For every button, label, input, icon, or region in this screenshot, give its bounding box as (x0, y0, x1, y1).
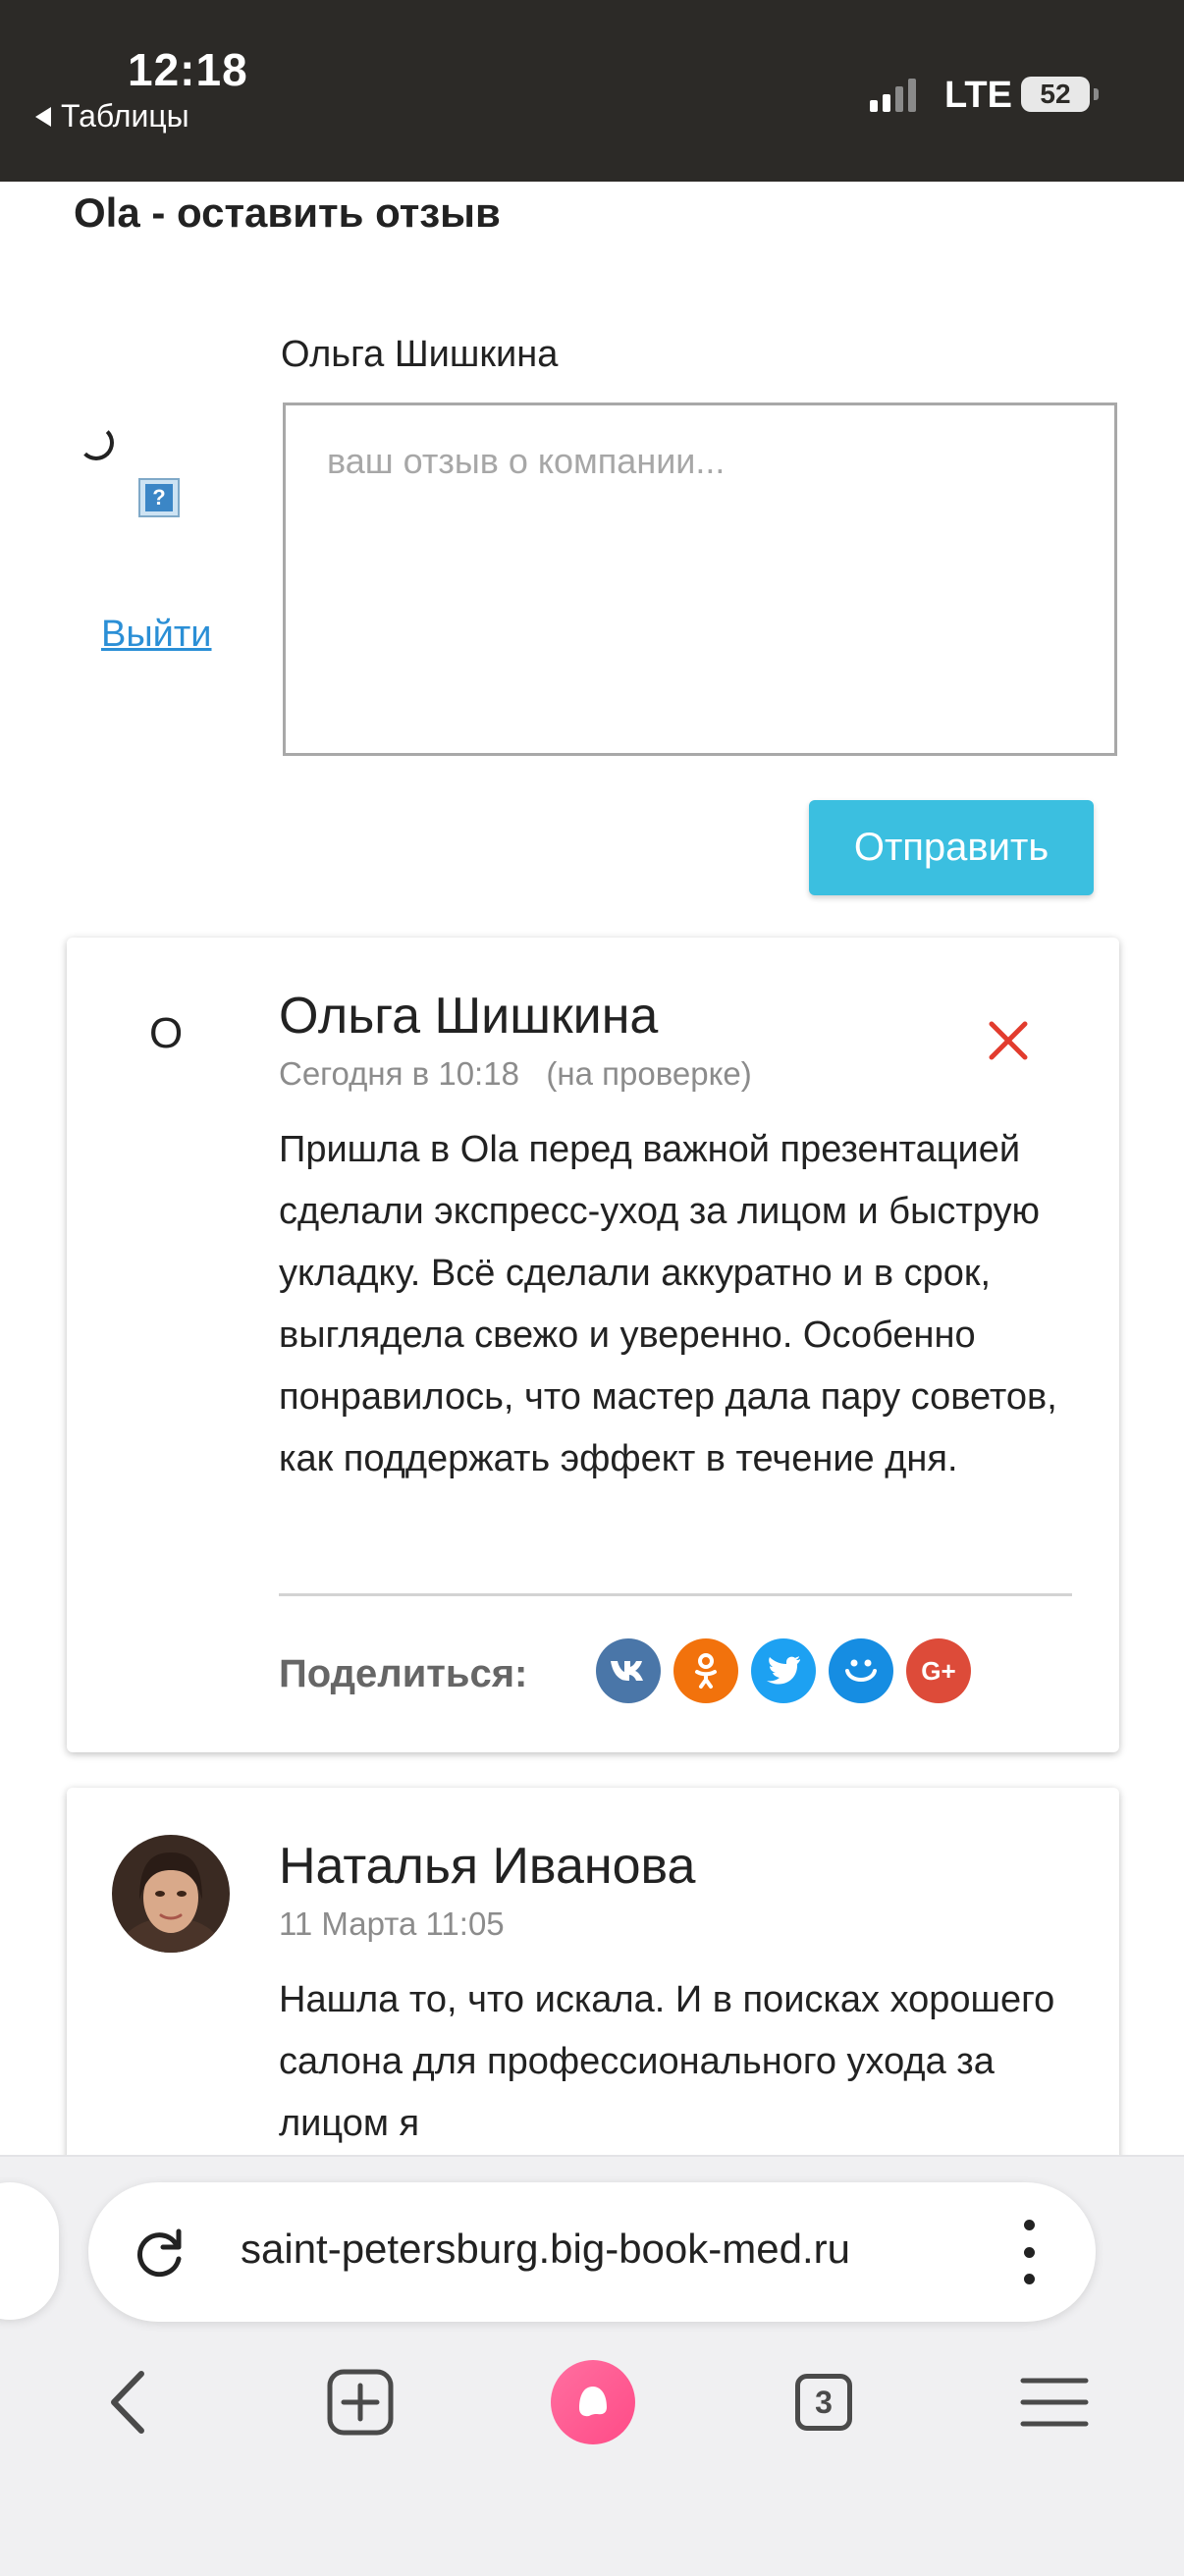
back-triangle-icon (35, 106, 51, 127)
battery-tip (1094, 88, 1099, 100)
new-tab-button[interactable] (321, 2363, 400, 2442)
alice-assistant-button[interactable] (551, 2360, 635, 2444)
review-author: Ольга Шишкина (279, 988, 659, 1045)
loading-spinner-icon (79, 425, 114, 460)
signal-icon (870, 79, 916, 112)
hamburger-menu-icon (1020, 2378, 1089, 2427)
review-text: Нашла то, что искала. И в поисках хороше… (279, 1979, 1055, 2144)
broken-image-icon: ? (138, 478, 180, 517)
author-initial-avatar: О (149, 1009, 184, 1057)
back-button[interactable] (88, 2363, 167, 2442)
review-text: Пришла в Ola перед важной презентацией с… (279, 1129, 1057, 1479)
delete-review-icon[interactable] (984, 1016, 1033, 1065)
review-textarea[interactable] (283, 402, 1117, 756)
logout-link[interactable]: Выйти (101, 614, 212, 656)
review-author: Наталья Иванова (279, 1838, 696, 1895)
status-time: 12:18 (128, 44, 248, 95)
status-bar: 12:18 Таблицы LTE 52 (0, 0, 1184, 182)
smile-icon (845, 1659, 877, 1682)
author-photo (112, 1835, 230, 1953)
ok-logo-icon (695, 1653, 717, 1689)
moi-mir-share-icon[interactable] (829, 1638, 893, 1703)
vk-share-icon[interactable] (596, 1638, 661, 1703)
back-to-app-button[interactable]: Таблицы (35, 98, 189, 134)
alice-icon (551, 2360, 635, 2444)
previous-tab-pill[interactable] (0, 2182, 59, 2320)
address-bar[interactable]: saint-petersburg.big-book-med.ru (88, 2182, 1096, 2322)
review-date: 11 Марта 11:05 (279, 1905, 505, 1942)
review-card: О Ольга Шишкина Сегодня в 10:18 (на пров… (67, 938, 1119, 1752)
review-card: Наталья Иванова 11 Марта 11:05 Нашла то,… (67, 1788, 1119, 2155)
url-text[interactable]: saint-petersburg.big-book-med.ru (241, 2226, 850, 2273)
tabs-count: 3 (795, 2374, 852, 2431)
page-title: Ola - оставить отзыв (74, 189, 501, 236)
odnoklassniki-share-icon[interactable] (673, 1638, 738, 1703)
menu-button[interactable] (1015, 2363, 1094, 2442)
back-app-label: Таблицы (61, 98, 189, 134)
chevron-left-icon (111, 2371, 144, 2434)
battery-icon: 52 (1021, 77, 1090, 112)
browser-toolbar: saint-petersburg.big-book-med.ru 3 (0, 2155, 1184, 2576)
review-date-status: Сегодня в 10:18 (на проверке) (279, 1055, 752, 1092)
twitter-bird-icon (767, 1656, 800, 1685)
divider (279, 1593, 1072, 1596)
twitter-share-icon[interactable] (751, 1638, 816, 1703)
add-tab-icon (327, 2369, 394, 2436)
network-type: LTE (944, 75, 1012, 116)
tabs-button[interactable]: 3 (784, 2363, 863, 2442)
share-buttons: G+ (596, 1638, 971, 1703)
google-plus-share-icon[interactable]: G+ (906, 1638, 971, 1703)
reload-icon[interactable] (130, 2222, 190, 2282)
web-page: Ola - оставить отзыв ? Выйти Ольга Шишки… (0, 182, 1184, 2155)
submit-review-button[interactable]: Отправить (809, 800, 1094, 895)
vk-logo-icon (611, 1661, 643, 1681)
more-vertical-icon[interactable] (1009, 2220, 1049, 2284)
form-user-name: Ольга Шишкина (281, 334, 559, 375)
share-label: Поделиться: (279, 1652, 528, 1695)
